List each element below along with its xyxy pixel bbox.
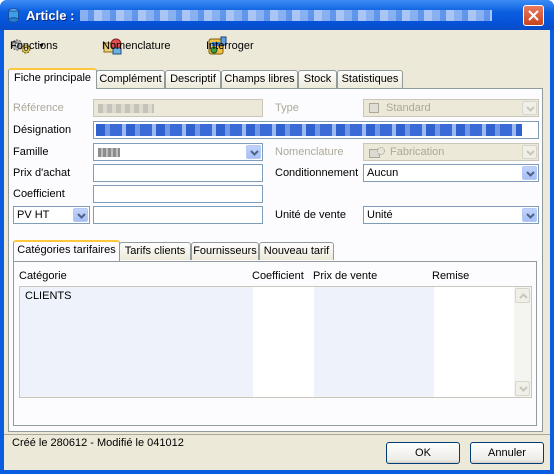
conditionnement-select[interactable]: Aucun	[363, 164, 539, 182]
column-header-categorie[interactable]: Catégorie	[19, 270, 67, 282]
type-value: Standard	[386, 102, 431, 114]
reference-label: Référence	[13, 102, 64, 114]
designation-field[interactable]	[93, 121, 539, 139]
app-icon	[8, 8, 19, 23]
nomenclature-field-label: Nomenclature	[275, 146, 344, 158]
tab-label: Descriptif	[170, 73, 216, 85]
famille-dropdown-button[interactable]	[246, 145, 261, 159]
designation-label: Désignation	[13, 124, 72, 136]
column-header-prix-vente[interactable]: Prix de vente	[313, 270, 377, 282]
tab-label: Fiche principale	[13, 72, 92, 84]
pv-type-value: PV HT	[17, 209, 50, 221]
famille-label: Famille	[13, 146, 49, 158]
tab-complement[interactable]: Complément	[96, 70, 165, 88]
unite-vente-select[interactable]: Unité	[363, 206, 539, 224]
close-button[interactable]	[523, 5, 544, 26]
redacted-article-name	[80, 10, 492, 21]
standard-icon	[369, 103, 379, 113]
functions-label: Fonctions	[10, 40, 58, 52]
chevron-down-icon	[526, 213, 535, 219]
fiche-principale-panel: Référence Désignation Famille Prix d'ach…	[8, 88, 543, 432]
chevron-up-icon	[519, 293, 528, 299]
redacted-famille	[98, 148, 120, 157]
redacted-reference	[98, 104, 154, 113]
fabrication-icon	[369, 147, 385, 158]
interroger-button[interactable]: Interroger	[206, 36, 254, 56]
status-text: Créé le 280612 - Modifié le 041012	[12, 437, 184, 449]
chevron-down-icon	[250, 150, 259, 156]
chevron-down-icon	[77, 213, 86, 219]
unite-vente-value: Unité	[367, 209, 393, 221]
famille-select[interactable]	[93, 143, 263, 161]
tab-label: Champs libres	[224, 73, 295, 85]
coefficient-field[interactable]	[93, 185, 263, 203]
tab-descriptif[interactable]: Descriptif	[165, 70, 221, 88]
tab-label: Complément	[99, 73, 162, 85]
chevron-down-icon	[526, 171, 535, 177]
pv-type-dropdown-button[interactable]	[73, 208, 88, 222]
tab-fiche-principale[interactable]: Fiche principale	[8, 68, 97, 89]
conditionnement-label: Conditionnement	[275, 167, 359, 179]
tab-label: Stock	[303, 73, 332, 85]
tarifs-grid[interactable]: CLIENTS	[19, 286, 532, 398]
prix-vente-field[interactable]	[93, 206, 263, 224]
subtab-tarifs-clients[interactable]: Tarifs clients	[119, 242, 191, 260]
tab-champs-libres[interactable]: Champs libres	[221, 70, 298, 88]
type-dropdown-button	[522, 101, 537, 115]
tab-label: Statistiques	[341, 73, 399, 85]
chevron-down-icon	[526, 106, 535, 112]
article-window: Article : Fonctions ▼ Nomenclature Inter…	[0, 0, 554, 474]
nomenclature-value: Fabrication	[390, 146, 445, 158]
table-row[interactable]: CLIENTS	[20, 290, 514, 304]
annuler-button[interactable]: Annuler	[470, 442, 544, 464]
nomenclature-button[interactable]: Nomenclature	[102, 36, 170, 56]
coefficient-label: Coefficient	[13, 188, 65, 200]
subtab-label: Fournisseurs	[193, 245, 257, 257]
status-bar: Créé le 280612 - Modifié le 041012	[8, 434, 545, 452]
nomenclature-dropdown-button	[522, 145, 537, 159]
conditionnement-dropdown-button[interactable]	[522, 166, 537, 180]
conditionnement-value: Aucun	[367, 167, 399, 179]
subtab-fournisseurs[interactable]: Fournisseurs	[191, 242, 259, 260]
type-label: Type	[275, 102, 299, 114]
chevron-down-icon	[519, 386, 528, 392]
functions-menu-button[interactable]: Fonctions ▼	[10, 36, 58, 56]
tab-statistiques[interactable]: Statistiques	[337, 70, 403, 88]
close-icon	[528, 10, 539, 21]
window-title: Article :	[26, 8, 75, 23]
categories-tarifaires-panel: Catégorie Coefficient Prix de vente Remi…	[13, 261, 537, 426]
divider	[4, 434, 550, 435]
nomenclature-select: Fabrication	[363, 143, 539, 161]
reference-field	[93, 99, 263, 117]
scroll-down-button[interactable]	[515, 381, 530, 396]
redacted-designation	[96, 124, 522, 136]
subtab-label: Nouveau tarif	[263, 245, 330, 257]
type-select: Standard	[363, 99, 539, 117]
pv-type-select[interactable]: PV HT	[13, 206, 90, 224]
unite-vente-dropdown-button[interactable]	[522, 208, 537, 222]
interroger-label: Interroger	[206, 40, 254, 52]
subtab-label: Catégories tarifaires	[17, 244, 116, 256]
column-header-remise[interactable]: Remise	[432, 270, 469, 282]
grid-scrollbar[interactable]	[514, 287, 531, 397]
toolbar: Fonctions ▼ Nomenclature Interroger	[4, 30, 550, 62]
ok-button[interactable]: OK	[386, 442, 460, 464]
scroll-up-button[interactable]	[515, 288, 530, 303]
unite-vente-label: Unité de vente	[275, 209, 346, 221]
column-header-coefficient[interactable]: Coefficient	[252, 270, 304, 282]
prix-achat-field[interactable]	[93, 164, 263, 182]
prix-achat-label: Prix d'achat	[13, 167, 71, 179]
subtab-label: Tarifs clients	[124, 245, 186, 257]
subtab-nouveau-tarif[interactable]: Nouveau tarif	[259, 242, 334, 260]
tab-stock[interactable]: Stock	[298, 70, 337, 88]
chevron-down-icon	[526, 150, 535, 156]
nomenclature-label: Nomenclature	[102, 40, 171, 52]
title-bar[interactable]: Article :	[0, 0, 554, 30]
window-client-area: Fonctions ▼ Nomenclature Interroger Fich…	[4, 30, 550, 470]
cell-categorie: CLIENTS	[25, 290, 72, 302]
subtab-categories-tarifaires[interactable]: Catégories tarifaires	[13, 240, 120, 261]
